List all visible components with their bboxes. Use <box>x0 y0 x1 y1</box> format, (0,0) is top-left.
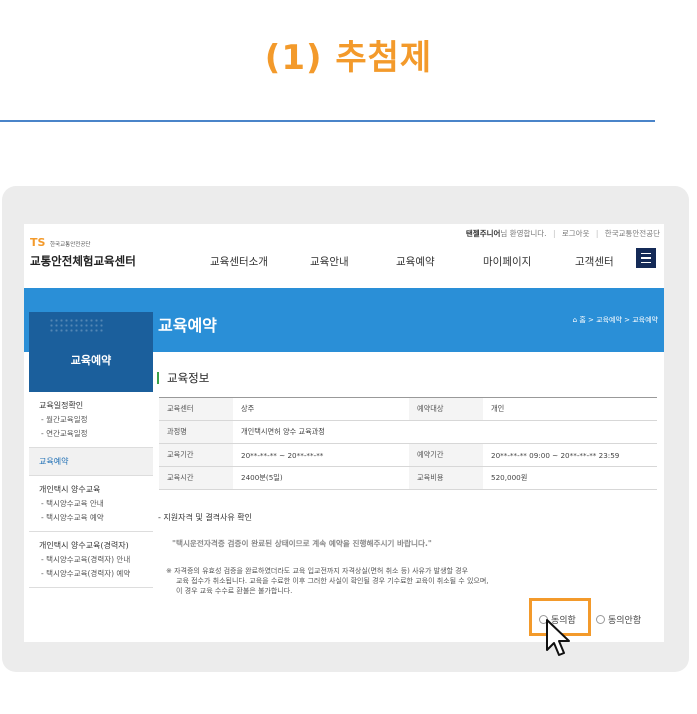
education-info-table: 교육센터 상주 예약대상 개인 과정명 개인택시면허 양수 교육과정 교육기간 … <box>159 397 657 490</box>
sidebar-group-taxi: 개인택시 양수교육 - 택시양수교육 안내 - 택시양수교육 예약 <box>29 476 153 532</box>
requirement-heading: - 지원자격 및 결격사유 확인 <box>158 513 253 522</box>
sidebar-header: 교육예약 <box>29 312 153 392</box>
table-row: 교육기간 20**-**-** ~ 20**-**-** 예약기간 20**-*… <box>159 443 657 467</box>
ts-logo-mark[interactable]: TS <box>30 236 45 249</box>
sidebar-sub-yearly[interactable]: - 연간교육일정 <box>39 428 153 439</box>
disagree-radio-option[interactable]: 동의안함 <box>596 613 641 626</box>
sidebar-sub-taxi-reserve[interactable]: - 택시양수교육 예약 <box>39 512 153 523</box>
table-cell: 2400분(5일) <box>233 466 409 490</box>
mouse-cursor-icon <box>546 619 570 656</box>
heading-divider <box>0 120 655 122</box>
warning-line: 교육 접수가 취소됩니다. 교육을 수료한 이후 그러한 사실이 확인될 경우 … <box>176 577 489 585</box>
nav-item-education-guide[interactable]: 교육안내 <box>310 254 349 269</box>
site-logo-name[interactable]: 교통안전체험교육센터 <box>30 253 136 269</box>
dot-pattern <box>49 318 105 332</box>
greeting-text: 님 환영합니다. <box>500 229 547 238</box>
table-cell: 상주 <box>233 397 409 421</box>
table-row: 과정명 개인택시면허 양수 교육과정 <box>159 420 657 444</box>
disagree-label[interactable]: 동의안함 <box>608 613 641 626</box>
nav-item-reservation[interactable]: 교육예약 <box>396 254 435 269</box>
warning-line: ※ 자격증의 유효성 검증을 완료하였더라도 교육 입교전까지 자격상실(면허 … <box>166 567 469 575</box>
sidebar-item-schedule[interactable]: 교육일정확인 <box>39 400 153 411</box>
table-row: 교육센터 상주 예약대상 개인 <box>159 397 657 421</box>
table-header: 교육비용 <box>409 466 483 490</box>
hamburger-menu-icon[interactable] <box>636 248 656 268</box>
sidebar-item-taxi-career[interactable]: 개인택시 양수교육(경력자) <box>39 540 153 551</box>
home-icon[interactable]: ⌂ <box>573 316 577 324</box>
nav-item-center-intro[interactable]: 교육센터소개 <box>210 254 268 269</box>
section-title: 교육정보 <box>157 372 209 384</box>
sidebar-sub-career-guide[interactable]: - 택시양수교육(경력자) 안내 <box>39 554 153 565</box>
warning-line: 이 경우 교육 수수료 환불은 불가합니다. <box>176 587 293 595</box>
utility-bar: 탠젤주니어님 환영합니다. | 로그아웃 | 한국교통안전공단 <box>465 229 660 238</box>
website-screenshot: 탠젤주니어님 환영합니다. | 로그아웃 | 한국교통안전공단 TS 한국교통안… <box>24 224 664 642</box>
table-header: 교육기간 <box>159 443 233 467</box>
table-header: 예약기간 <box>409 443 483 467</box>
sidebar-group-schedule: 교육일정확인 - 월간교육일정 - 연간교육일정 <box>29 392 153 448</box>
sidebar-sub-monthly[interactable]: - 월간교육일정 <box>39 414 153 425</box>
table-header: 과정명 <box>159 420 233 444</box>
warning-text: ※ 자격증의 유효성 검증을 완료하였더라도 교육 입교전까지 자격상실(면허 … <box>166 566 646 596</box>
banner-title: 교육예약 <box>158 316 217 335</box>
sidebar-group-reservation: 교육예약 <box>29 448 153 476</box>
nav-item-customer-center[interactable]: 고객센터 <box>575 254 614 269</box>
user-name: 탠젤주니어 <box>465 229 501 238</box>
breadcrumb-level1[interactable]: 교육예약 <box>596 316 622 324</box>
table-cell: 520,000원 <box>483 466 657 490</box>
org-link[interactable]: 한국교통안전공단 <box>605 229 660 238</box>
table-header: 예약대상 <box>409 397 483 421</box>
breadcrumb-level2[interactable]: 교육예약 <box>632 316 658 324</box>
disagree-radio[interactable] <box>596 615 605 624</box>
sidebar-title: 교육예약 <box>70 354 112 367</box>
table-cell: 20**-**-** 09:00 ~ 20**-**-** 23:59 <box>483 443 657 467</box>
table-cell: 개인 <box>483 397 657 421</box>
table-cell: 20**-**-** ~ 20**-**-** <box>233 443 409 467</box>
logo-sub-text: 한국교통안전공단 <box>50 242 91 248</box>
sidebar-menu: 교육일정확인 - 월간교육일정 - 연간교육일정 교육예약 개인택시 양수교육 … <box>29 392 153 588</box>
breadcrumb: ⌂ 홈 > 교육예약 > 교육예약 <box>572 316 658 324</box>
table-header: 교육시간 <box>159 466 233 490</box>
sidebar-item-reservation[interactable]: 교육예약 <box>39 456 153 467</box>
breadcrumb-home[interactable]: 홈 <box>579 316 585 324</box>
sidebar-sub-taxi-guide[interactable]: - 택시양수교육 안내 <box>39 498 153 509</box>
nav-item-mypage[interactable]: 마이페이지 <box>483 254 531 269</box>
table-header: 교육센터 <box>159 397 233 421</box>
sidebar-group-taxi-career: 개인택시 양수교육(경력자) - 택시양수교육(경력자) 안내 - 택시양수교육… <box>29 532 153 588</box>
page-heading: (1) 추첨제 <box>264 38 433 78</box>
table-row: 교육시간 2400분(5일) 교육비용 520,000원 <box>159 466 657 490</box>
logout-link[interactable]: 로그아웃 <box>562 229 590 238</box>
table-cell: 개인택시면허 양수 교육과정 <box>233 420 657 444</box>
sidebar-item-taxi[interactable]: 개인택시 양수교육 <box>39 484 153 495</box>
notice-text: "택시운전자격증 검증이 완료된 상태이므로 계속 예약을 진행해주시기 바랍니… <box>172 539 432 548</box>
sidebar-sub-career-reserve[interactable]: - 택시양수교육(경력자) 예약 <box>39 568 153 579</box>
